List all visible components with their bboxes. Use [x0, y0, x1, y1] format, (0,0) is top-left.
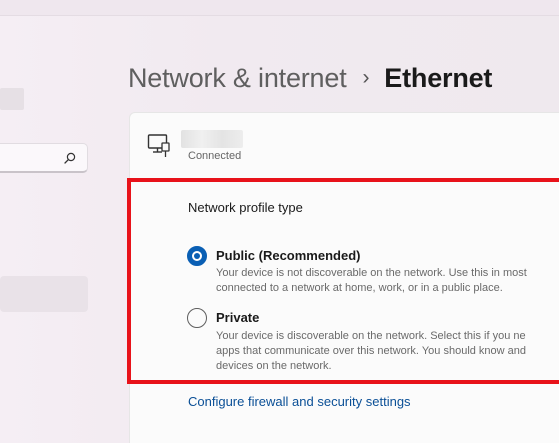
- sidebar-item-network-internet[interactable]: [0, 276, 88, 312]
- breadcrumb: Network & internet › Ethernet: [128, 58, 492, 98]
- private-description-line-1: Your device is discoverable on the netwo…: [216, 330, 526, 342]
- connection-status: Connected: [188, 150, 242, 162]
- title-bar: [0, 0, 559, 16]
- private-radio-button[interactable]: [187, 308, 207, 328]
- user-avatar: [0, 88, 24, 110]
- configure-firewall-link[interactable]: Configure firewall and security settings: [188, 394, 411, 409]
- private-description-line-3: devices on the network.: [216, 360, 332, 372]
- breadcrumb-network-internet[interactable]: Network & internet: [128, 63, 347, 94]
- public-description-line-2: connected to a network at home, work, or…: [216, 282, 503, 294]
- public-option-title[interactable]: Public (Recommended): [216, 248, 360, 263]
- private-option-title[interactable]: Private: [216, 310, 259, 325]
- private-description-line-2: apps that communicate over this network.…: [216, 345, 527, 357]
- public-option-description: Your device is not discoverable on the n…: [216, 266, 559, 296]
- page-title: Ethernet: [384, 62, 493, 93]
- ethernet-icon: [147, 134, 170, 157]
- private-option-description: Your device is discoverable on the netwo…: [216, 329, 559, 374]
- settings-search-input[interactable]: [0, 143, 88, 173]
- public-description-line-1: Your device is not discoverable on the n…: [216, 267, 527, 279]
- search-icon[interactable]: [63, 151, 77, 165]
- chevron-right-icon: ›: [362, 66, 370, 89]
- network-profile-type-heading: Network profile type: [188, 200, 303, 215]
- connection-name: [181, 130, 243, 148]
- public-radio-button[interactable]: [187, 246, 207, 266]
